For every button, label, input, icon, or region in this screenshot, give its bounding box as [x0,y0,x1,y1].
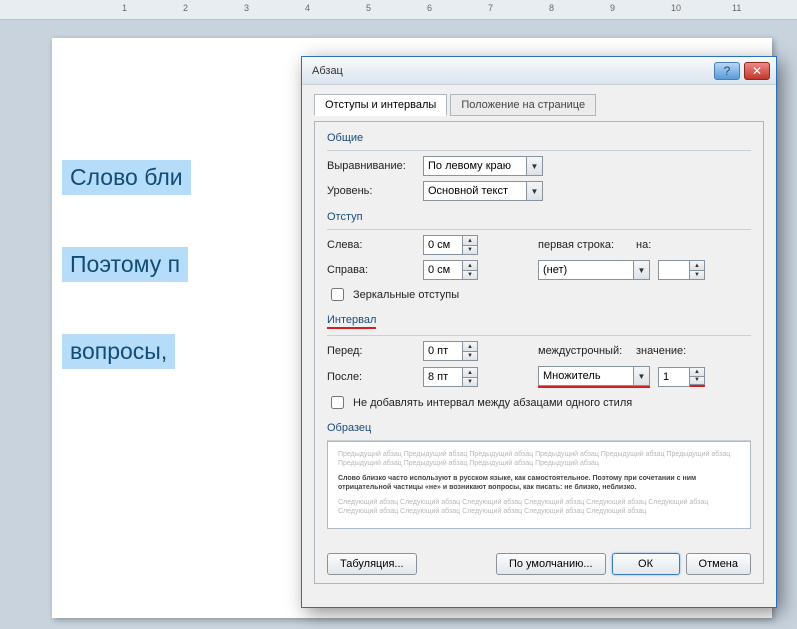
indent-left-spinner[interactable]: ▲▼ [423,235,478,255]
spin-up-icon[interactable]: ▲ [463,235,478,245]
dialog-title: Абзац [312,65,343,77]
spin-down-icon[interactable]: ▼ [463,351,478,361]
indent-right-label: Справа: [327,264,423,276]
group-title: Интервал [327,314,376,329]
group-title: Образец [327,422,751,434]
dialog-tabs: Отступы и интервалы Положение на страниц… [314,93,764,115]
indent-left-label: Слева: [327,239,423,251]
value-label: значение: [636,345,694,357]
spin-down-icon[interactable]: ▼ [690,376,705,385]
default-button[interactable]: По умолчанию... [496,553,606,575]
paragraph-dialog: Абзац ? ✕ Отступы и интервалы Положение … [301,56,777,608]
alignment-label: Выравнивание: [327,160,423,172]
spin-down-icon[interactable]: ▼ [463,377,478,387]
dropdown-icon[interactable]: ▼ [527,181,543,201]
spin-up-icon[interactable]: ▲ [463,260,478,270]
level-select[interactable] [423,181,527,201]
ok-button[interactable]: ОК [612,553,680,575]
preview-box: Предыдущий абзац Предыдущий абзац Предыд… [327,441,751,529]
group-title: Общие [327,132,751,144]
doc-text: Поэтому п [62,247,188,282]
before-spinner[interactable]: ▲▼ [423,341,478,361]
linespacing-select[interactable] [538,366,634,386]
group-indent: Отступ Слева: ▲▼ первая строка: на: Спра… [327,211,751,304]
firstline-select[interactable] [538,260,634,280]
tab-page-position[interactable]: Положение на странице [450,94,596,116]
group-preview: Образец Предыдущий абзац Предыдущий абза… [327,422,751,529]
horizontal-ruler: 1 2 3 4 5 6 7 8 9 10 11 [0,0,797,20]
linespacing-value-spinner[interactable]: ▲▼ [658,367,705,387]
after-label: После: [327,371,423,383]
on-label: на: [636,239,670,251]
spin-up-icon[interactable]: ▲ [690,260,705,270]
spin-up-icon[interactable]: ▲ [463,367,478,377]
dropdown-icon[interactable]: ▼ [634,366,650,386]
dropdown-icon[interactable]: ▼ [634,260,650,280]
doc-text: Слово бли [62,160,191,195]
spin-up-icon[interactable]: ▲ [690,367,705,376]
help-button[interactable]: ? [714,62,740,80]
on-spinner[interactable]: ▲▼ [658,260,705,280]
no-add-space-checkbox[interactable]: Не добавлять интервал между абзацами одн… [327,393,751,412]
tabulation-button[interactable]: Табуляция... [327,553,417,575]
group-general: Общие Выравнивание: ▼ Уровень: ▼ [327,132,751,201]
dialog-titlebar[interactable]: Абзац ? ✕ [302,57,776,85]
spin-up-icon[interactable]: ▲ [463,341,478,351]
firstline-label: первая строка: [538,239,636,251]
close-button[interactable]: ✕ [744,62,770,80]
mirror-indent-checkbox[interactable]: Зеркальные отступы [327,285,751,304]
cancel-button[interactable]: Отмена [686,553,751,575]
spin-down-icon[interactable]: ▼ [690,270,705,280]
tab-indents-spacing[interactable]: Отступы и интервалы [314,94,447,116]
spin-down-icon[interactable]: ▼ [463,270,478,280]
doc-text: вопросы, [62,334,175,369]
alignment-select[interactable] [423,156,527,176]
level-label: Уровень: [327,185,423,197]
dropdown-icon[interactable]: ▼ [527,156,543,176]
indent-right-spinner[interactable]: ▲▼ [423,260,478,280]
spin-down-icon[interactable]: ▼ [463,245,478,255]
group-spacing: Интервал Перед: ▲▼ междустрочный: значен… [327,314,751,412]
linespacing-label: междустрочный: [538,345,636,357]
before-label: Перед: [327,345,423,357]
after-spinner[interactable]: ▲▼ [423,367,478,387]
group-title: Отступ [327,211,751,223]
